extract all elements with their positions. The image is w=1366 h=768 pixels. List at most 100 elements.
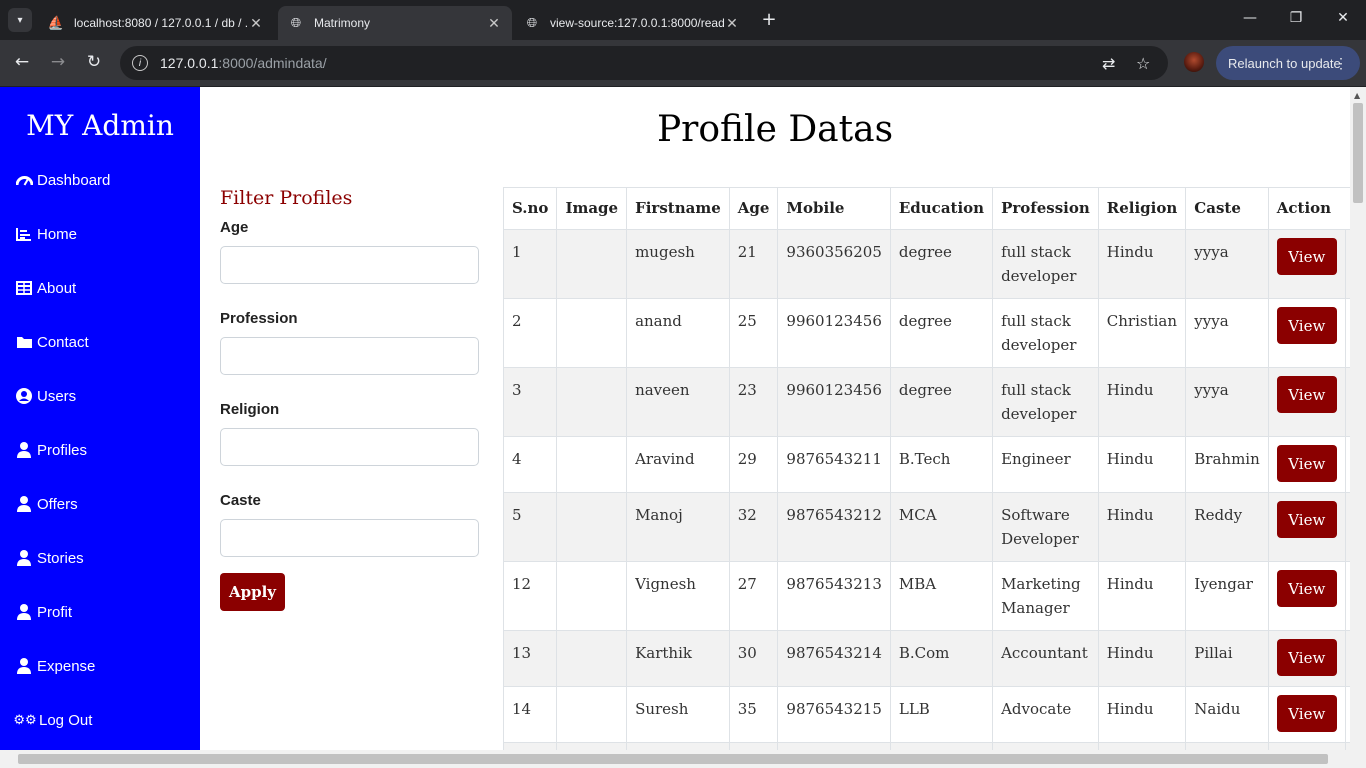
sidebar-item-stories[interactable]: Stories <box>15 546 84 570</box>
cell-religion: Hindu <box>1097 686 1187 743</box>
sidebar-item-contact[interactable]: Contact <box>15 330 89 354</box>
cell-image <box>556 742 628 750</box>
table-row: 13 Karthik 30 9876543214 B.Com Accountant Hind… <box>503 630 1350 687</box>
header-image: Image <box>556 187 628 230</box>
sidebar-item-about[interactable]: About <box>15 276 76 300</box>
address-bar[interactable]: i 127.0.0.1:8000/admindata/ <box>120 46 1168 80</box>
user-circle-icon <box>15 388 33 404</box>
table-icon <box>15 281 33 295</box>
reload-icon[interactable]: ↻ <box>83 52 105 72</box>
cell-firstname: Manoj <box>626 492 730 562</box>
scroll-up-icon[interactable]: ▲ <box>1354 91 1360 100</box>
minimize-icon[interactable]: — <box>1240 10 1260 26</box>
table-body: 1 mugesh 21 9360356205 degree full stack deve… <box>503 229 1350 750</box>
sidebar-item-expense[interactable]: Expense <box>15 654 95 678</box>
cell-religion: Hindu <box>1097 367 1187 437</box>
view-button[interactable]: View <box>1276 570 1337 607</box>
cell-sno: 12 <box>503 561 558 631</box>
new-tab-button[interactable]: + <box>758 9 780 30</box>
apply-button[interactable]: Apply <box>220 573 285 611</box>
sidebar-item-offers[interactable]: Offers <box>15 492 78 516</box>
cell-image <box>556 367 628 437</box>
translate-icon[interactable]: ⇄ <box>1102 54 1115 73</box>
view-button[interactable]: View <box>1276 238 1337 275</box>
profile-avatar[interactable] <box>1184 52 1204 72</box>
profiles-table-container: S.no Image Firstname Age Mobile Educatio… <box>503 187 1350 750</box>
sidebar-item-dashboard[interactable]: Dashboard <box>15 168 110 192</box>
cell-mobile: 9876543213 <box>777 561 891 631</box>
vertical-scroll-thumb[interactable] <box>1353 103 1363 203</box>
close-icon[interactable]: ✕ <box>724 15 740 32</box>
sidebar-item-users[interactable]: Users <box>15 384 76 408</box>
close-icon[interactable]: ✕ <box>486 15 502 32</box>
close-icon[interactable]: ✕ <box>248 15 264 32</box>
forward-icon[interactable]: → <box>47 52 69 72</box>
sidebar-item-profiles[interactable]: Profiles <box>15 438 87 462</box>
view-button[interactable]: View <box>1276 307 1337 344</box>
cell-profession: Software Developer <box>992 492 1099 562</box>
sidebar-brand: MY Admin <box>26 109 174 142</box>
cell-firstname: Ajay <box>626 742 730 750</box>
user-icon <box>15 496 33 512</box>
site-info-icon[interactable]: i <box>132 55 148 71</box>
view-button[interactable]: View <box>1276 376 1337 413</box>
view-button[interactable]: View <box>1276 639 1337 676</box>
view-button[interactable]: View <box>1276 501 1337 538</box>
cell-view-action: View <box>1267 630 1346 687</box>
table-row: 14 Suresh 35 9876543215 LLB Advocate Hindu Naid… <box>503 686 1350 743</box>
age-input[interactable] <box>220 246 479 284</box>
browser-tab-phpmyadmin[interactable]: ⛵ localhost:8080 / 127.0.0.1 / db / ... … <box>38 6 274 40</box>
cell-firstname: mugesh <box>626 229 730 299</box>
caste-input[interactable] <box>220 519 479 557</box>
cell-mobile: 9876543214 <box>777 630 891 687</box>
globe-icon: 🌐︎ <box>290 15 302 30</box>
cell-firstname: Suresh <box>626 686 730 743</box>
browser-tab-strip: ▾ ⛵ localhost:8080 / 127.0.0.1 / db / ..… <box>0 0 1366 40</box>
vertical-scrollbar[interactable]: ▲ <box>1350 87 1366 750</box>
cell-image <box>556 492 628 562</box>
relaunch-button[interactable]: Relaunch to update ⋮ <box>1216 46 1360 80</box>
cell-mobile: 9960123456 <box>777 298 891 368</box>
header-caste: Caste <box>1185 187 1269 230</box>
bookmark-star-icon[interactable]: ☆ <box>1136 54 1150 73</box>
cell-mobile: 9876543211 <box>777 436 891 493</box>
header-sno: S.no <box>503 187 558 230</box>
cell-caste: Reddy <box>1185 492 1269 562</box>
filter-form: Filter Profiles Age Profession Religion … <box>220 187 480 611</box>
window-close-icon[interactable]: ✕ <box>1333 10 1353 26</box>
horizontal-scrollbar[interactable] <box>0 750 1366 768</box>
filter-title: Filter Profiles <box>220 187 353 209</box>
religion-label: Religion <box>220 401 280 418</box>
phpmyadmin-icon: ⛵ <box>47 15 65 30</box>
cell-view-action: View <box>1267 561 1346 631</box>
cell-view-action: View <box>1267 298 1346 368</box>
sidebar-item-logout[interactable]: ⚙⚙ Log Out <box>13 708 92 732</box>
globe-icon: 🌐︎ <box>526 15 538 30</box>
browser-tab-view-source[interactable]: 🌐︎ view-source:127.0.0.1:8000/read... ✕ <box>514 6 750 40</box>
cell-education: MCA <box>889 492 994 562</box>
tab-search-button[interactable]: ▾ <box>8 8 32 32</box>
more-menu-icon[interactable]: ⋮ <box>1334 55 1348 72</box>
profession-input[interactable] <box>220 337 479 375</box>
cell-religion: Hindu <box>1097 229 1187 299</box>
cell-view-action: View <box>1267 686 1346 743</box>
cell-caste: yyya <box>1185 298 1269 368</box>
browser-tab-matrimony[interactable]: 🌐︎ Matrimony ✕ <box>278 6 512 40</box>
restore-icon[interactable]: ❐ <box>1286 10 1306 26</box>
cell-mobile: 9876543216 <box>777 742 891 750</box>
cell-age: 28 <box>728 742 779 750</box>
religion-input[interactable] <box>220 428 479 466</box>
horizontal-scroll-thumb[interactable] <box>18 754 1328 764</box>
view-button[interactable]: View <box>1276 695 1337 732</box>
header-education: Education <box>889 187 994 230</box>
back-icon[interactable]: ← <box>11 52 33 72</box>
cell-religion: Christian <box>1097 298 1187 368</box>
cell-profession: full stack developer <box>992 229 1099 299</box>
sidebar-item-home[interactable]: Home <box>15 222 77 246</box>
header-firstname: Firstname <box>626 187 730 230</box>
sidebar-item-profit[interactable]: Profit <box>15 600 72 624</box>
cell-view-action: View <box>1267 492 1346 562</box>
view-button[interactable]: View <box>1276 445 1337 482</box>
cell-profession: Engineer <box>992 436 1099 493</box>
cell-religion: Hindu <box>1097 742 1187 750</box>
